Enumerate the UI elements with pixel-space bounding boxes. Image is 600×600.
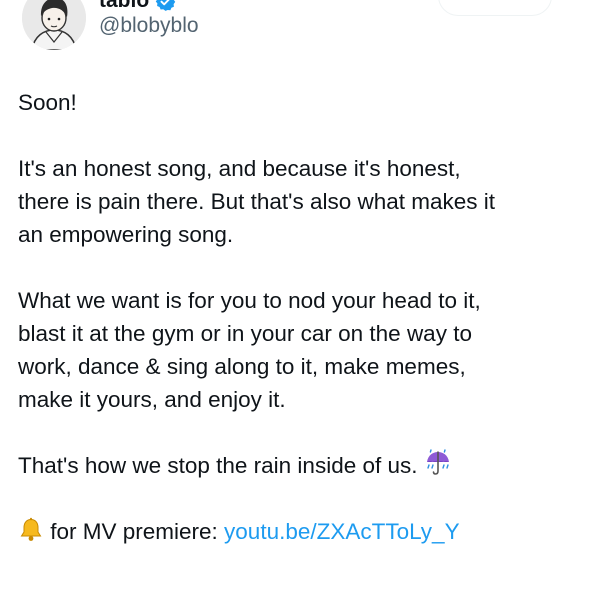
tweet-line: work, dance & sing along to it, make mem…	[18, 354, 466, 379]
tweet-line: there is pain there. But that's also wha…	[18, 189, 496, 214]
avatar-image	[22, 0, 86, 50]
tweet-line: Soon!	[18, 90, 77, 115]
display-name[interactable]: tablo	[99, 0, 149, 13]
umbrella-with-rain-icon	[426, 449, 449, 475]
tweet-text: Soon! It's an honest song, and because i…	[18, 86, 588, 548]
follow-button[interactable]	[438, 0, 552, 16]
tweet-line: What we want is for you to nod your head…	[18, 288, 481, 313]
verified-badge-icon	[155, 0, 176, 11]
tweet-line: make it yours, and enjoy it.	[18, 387, 286, 412]
tweet-line-text: That's how we stop the rain inside of us…	[18, 453, 418, 478]
bell-icon	[20, 517, 42, 541]
premiere-text: for MV premiere:	[44, 519, 225, 544]
tweet-line: for MV premiere: youtu.be/ZXAcTToLy_Y	[18, 515, 588, 548]
author-name-row: tablo	[99, 0, 176, 13]
tweet-line: an empowering song.	[18, 222, 234, 247]
youtube-link[interactable]: youtu.be/ZXAcTToLy_Y	[224, 519, 460, 544]
tweet-line: It's an honest song, and because it's ho…	[18, 156, 461, 181]
avatar[interactable]	[22, 0, 86, 50]
user-handle[interactable]: @blobyblo	[99, 13, 199, 39]
tweet-line: That's how we stop the rain inside of us…	[18, 449, 588, 482]
tweet-line: blast it at the gym or in your car on th…	[18, 321, 472, 346]
